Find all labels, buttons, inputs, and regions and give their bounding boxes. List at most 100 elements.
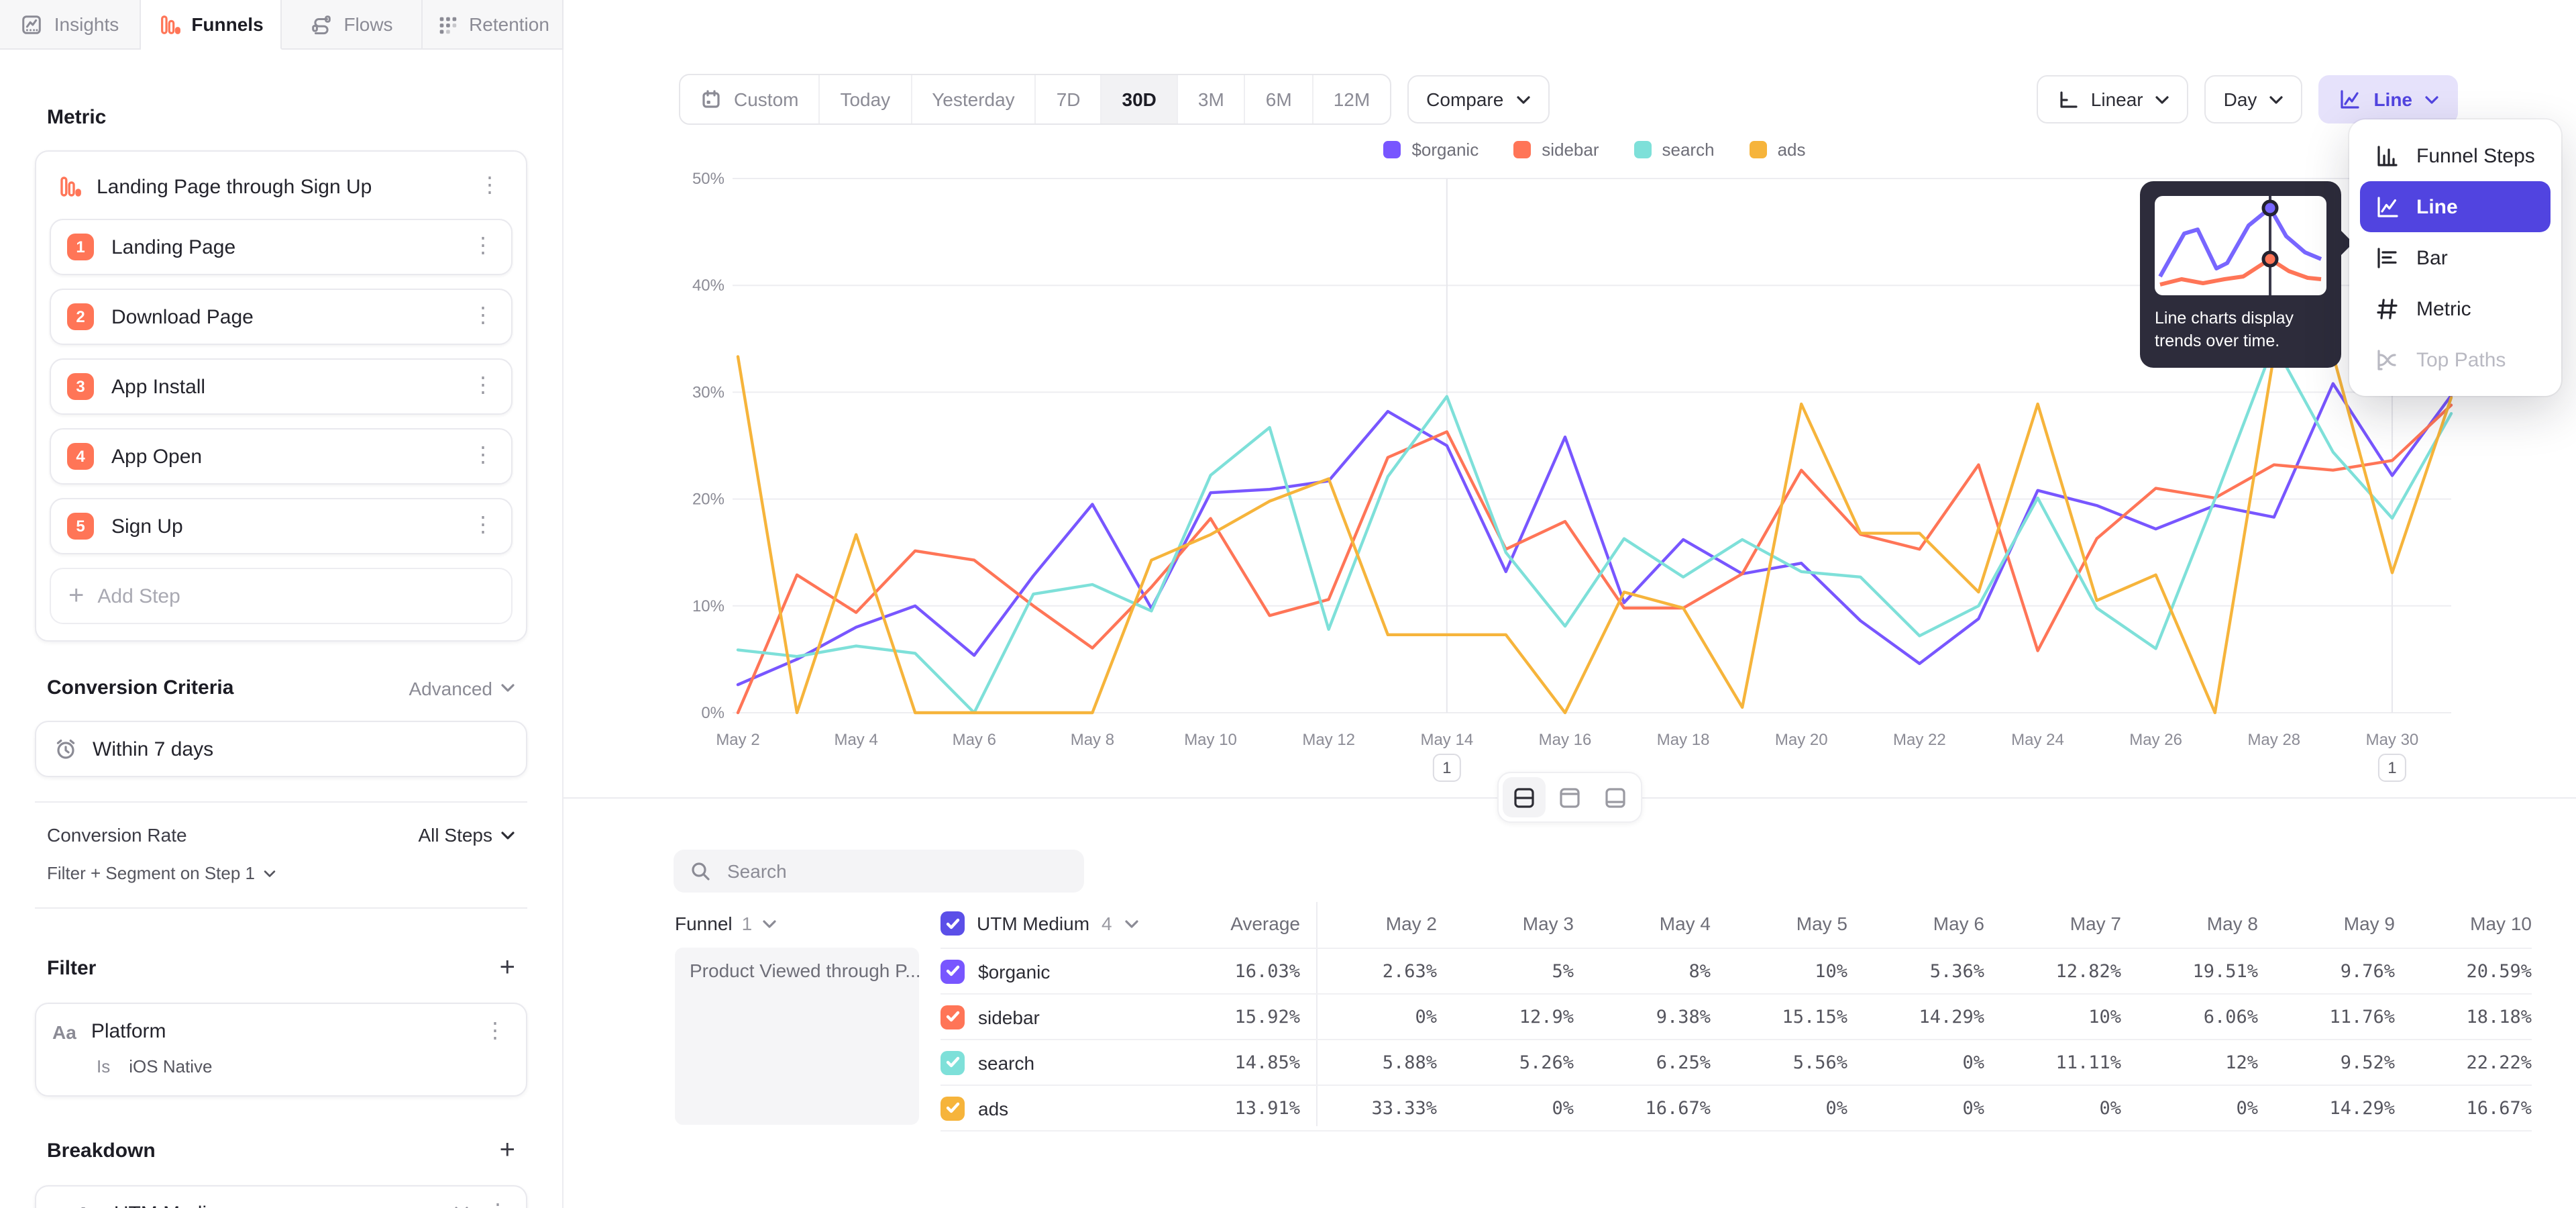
range-12m[interactable]: 12M — [1313, 75, 1390, 123]
legend-item-ads[interactable]: ads — [1750, 140, 1806, 160]
step-number-badge: 1 — [67, 234, 94, 260]
scale-dropdown[interactable]: Linear — [2037, 75, 2189, 123]
range-3m[interactable]: 3M — [1178, 75, 1246, 123]
range-6m[interactable]: 6M — [1246, 75, 1313, 123]
step-kebab-icon[interactable]: ⋮ — [468, 376, 498, 397]
range-label: Today — [840, 89, 890, 110]
conversion-rate-dropdown[interactable]: All Steps — [419, 824, 516, 846]
column-header-may-8[interactable]: May 8 — [2121, 913, 2258, 934]
table-row-organic[interactable]: $organic16.03%2.63%5%8%10%5.36%12.82%19.… — [941, 948, 2532, 995]
filter-segment-step1-dropdown[interactable]: Filter + Segment on Step 1 — [47, 863, 515, 883]
table-row-sidebar[interactable]: sidebar15.92%0%12.9%9.38%15.15%14.29%10%… — [941, 995, 2532, 1040]
metric-card-header[interactable]: Landing Page through Sign Up ⋮ — [50, 168, 513, 219]
add-step-button[interactable]: + Add Step — [50, 568, 513, 624]
conversion-window-label: Within 7 days — [93, 738, 213, 760]
range-custom[interactable]: Custom — [680, 75, 820, 123]
svg-text:May 12: May 12 — [1302, 731, 1355, 749]
range-30d[interactable]: 30D — [1102, 75, 1178, 123]
step-kebab-icon[interactable]: ⋮ — [468, 236, 498, 258]
column-header-average[interactable]: Average — [1171, 913, 1300, 934]
tab-funnels[interactable]: Funnels — [141, 0, 282, 50]
funnel-column-dropdown[interactable]: Funnel 1 — [675, 913, 919, 934]
step-kebab-icon[interactable]: ⋮ — [468, 446, 498, 467]
legend-item-search[interactable]: search — [1634, 140, 1715, 160]
column-header-may-9[interactable]: May 9 — [2258, 913, 2395, 934]
svg-text:May 14: May 14 — [1420, 731, 1473, 749]
filter-kebab-icon[interactable]: ⋮ — [480, 1021, 510, 1042]
column-header-may-10[interactable]: May 10 — [2395, 913, 2532, 934]
conversion-window-button[interactable]: Within 7 days — [35, 721, 527, 777]
layout-split-button[interactable] — [1503, 777, 1546, 817]
svg-text:1: 1 — [1442, 759, 1451, 777]
table-row-ads[interactable]: ads13.91%33.33%0%16.67%0%0%0%0%14.29%16.… — [941, 1086, 2532, 1131]
chart-type-dropdown[interactable]: Line — [2318, 75, 2458, 123]
breakdown-utm-card[interactable]: Aa UTM Medium ⋮ — [35, 1185, 527, 1208]
funnel-step-4[interactable]: 4App Open⋮ — [50, 428, 513, 485]
range-yesterday[interactable]: Yesterday — [912, 75, 1036, 123]
step-kebab-icon[interactable]: ⋮ — [468, 515, 498, 537]
metric-kebab-icon[interactable]: ⋮ — [475, 176, 504, 197]
filter-operator[interactable]: Is — [97, 1056, 110, 1076]
funnel-steps-list: 1Landing Page⋮ 2Download Page⋮ 3App Instal… — [50, 219, 513, 554]
row-value: 0% — [1711, 1097, 1847, 1119]
layout-table-only-button[interactable] — [1594, 777, 1637, 817]
filter-platform-card[interactable]: Aa Platform ⋮ Is iOS Native — [35, 1003, 527, 1097]
layout-chart-only-button[interactable] — [1548, 777, 1591, 817]
tab-insights[interactable]: Insights — [0, 0, 141, 50]
column-header-may-6[interactable]: May 6 — [1847, 913, 1984, 934]
row-value: 5% — [1437, 960, 1574, 982]
breakdown-column-dropdown[interactable]: UTM Medium 4 — [941, 911, 1171, 936]
row-average: 16.03% — [1171, 960, 1300, 982]
select-all-checkbox[interactable] — [941, 911, 965, 936]
menu-item-bar[interactable]: Bar — [2360, 232, 2551, 283]
filter-property-name: Platform — [91, 1020, 466, 1043]
menu-item-funnel-steps[interactable]: Funnel Steps — [2360, 130, 2551, 181]
row-checkbox[interactable] — [941, 1050, 965, 1074]
legend-item-sidebar[interactable]: sidebar — [1513, 140, 1599, 160]
advanced-dropdown[interactable]: Advanced — [409, 677, 515, 699]
funnel-step-5[interactable]: 5Sign Up⋮ — [50, 498, 513, 554]
table-search[interactable] — [674, 850, 1084, 893]
add-breakdown-button[interactable]: + — [500, 1137, 515, 1164]
scale-label: Linear — [2091, 89, 2143, 110]
row-value: 0% — [1847, 1097, 1984, 1119]
row-value: 5.88% — [1300, 1052, 1437, 1073]
breakdown-kebab-icon[interactable]: ⋮ — [483, 1203, 513, 1208]
search-icon — [690, 860, 711, 882]
search-input[interactable] — [724, 859, 1068, 883]
string-type-icon: Aa — [76, 1203, 101, 1208]
legend-label: ads — [1778, 140, 1806, 160]
tab-label: Retention — [469, 13, 549, 35]
row-checkbox[interactable] — [941, 1005, 965, 1029]
funnel-group-cell[interactable]: Product Viewed through P... — [675, 948, 919, 1125]
row-checkbox[interactable] — [941, 959, 965, 983]
tab-label: Funnels — [191, 13, 263, 35]
legend-swatch — [1383, 141, 1401, 158]
range-today[interactable]: Today — [820, 75, 912, 123]
column-header-may-7[interactable]: May 7 — [1984, 913, 2121, 934]
row-checkbox[interactable] — [941, 1096, 965, 1120]
line-chart-icon — [2337, 87, 2361, 111]
add-filter-button[interactable]: + — [500, 954, 515, 981]
range-7d[interactable]: 7D — [1036, 75, 1102, 123]
menu-item-metric[interactable]: Metric — [2360, 283, 2551, 334]
remove-breakdown-icon[interactable] — [453, 1205, 470, 1208]
menu-item-line[interactable]: Line — [2360, 181, 2551, 232]
column-header-may-2[interactable]: May 2 — [1300, 913, 1437, 934]
compare-button[interactable]: Compare — [1407, 75, 1549, 123]
tab-flows[interactable]: Flows — [282, 0, 423, 50]
legend-item-organic[interactable]: $organic — [1383, 140, 1479, 160]
column-header-may-3[interactable]: May 3 — [1437, 913, 1574, 934]
metric-card: Landing Page through Sign Up ⋮ 1Landing … — [35, 150, 527, 642]
step-kebab-icon[interactable]: ⋮ — [468, 306, 498, 328]
granularity-dropdown[interactable]: Day — [2205, 75, 2303, 123]
svg-text:30%: 30% — [692, 383, 724, 401]
column-header-may-5[interactable]: May 5 — [1711, 913, 1847, 934]
column-header-may-4[interactable]: May 4 — [1574, 913, 1711, 934]
funnel-step-3[interactable]: 3App Install⋮ — [50, 358, 513, 415]
table-row-search[interactable]: search14.85%5.88%5.26%6.25%5.56%0%11.11%… — [941, 1040, 2532, 1086]
funnel-step-1[interactable]: 1Landing Page⋮ — [50, 219, 513, 275]
filter-value[interactable]: iOS Native — [129, 1056, 212, 1076]
funnel-step-2[interactable]: 2Download Page⋮ — [50, 289, 513, 345]
tab-retention[interactable]: Retention — [423, 0, 564, 50]
